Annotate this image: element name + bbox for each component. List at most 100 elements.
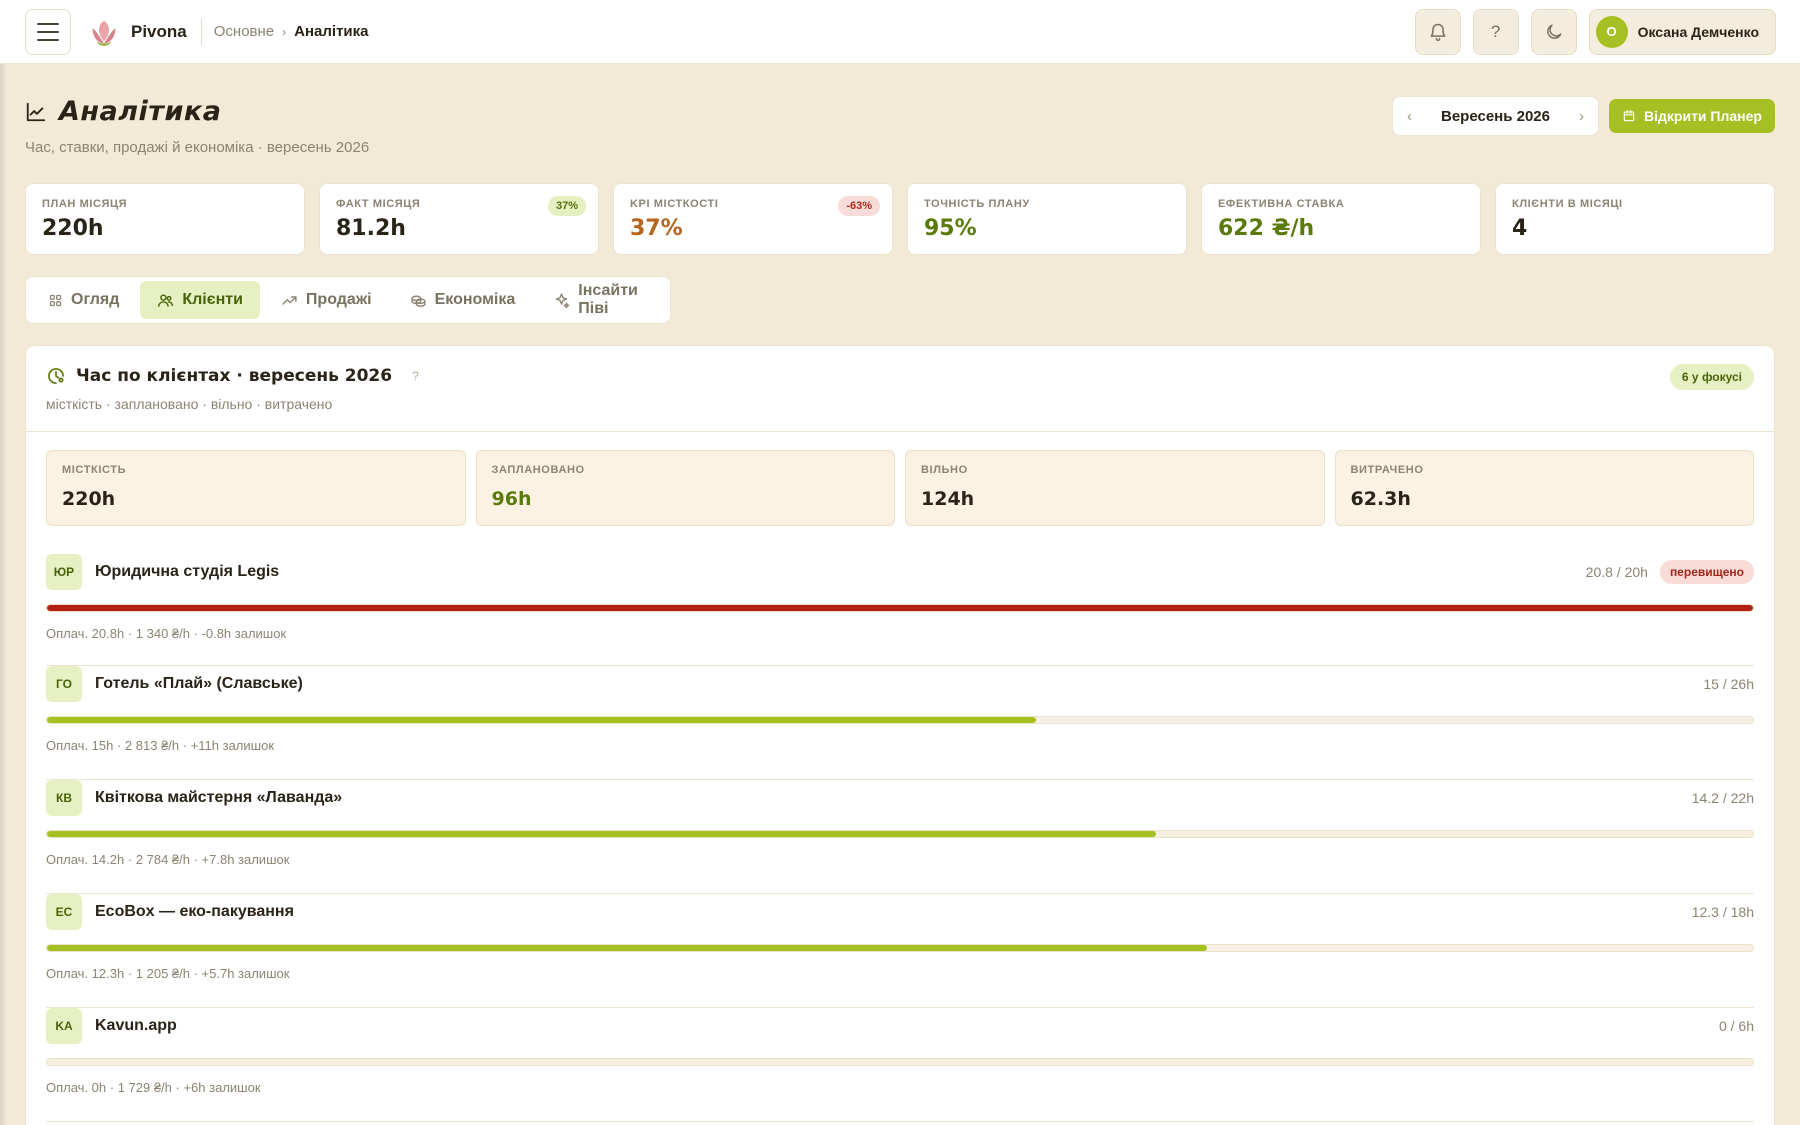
calendar-icon [1623, 110, 1635, 122]
open-planner-button[interactable]: Відкрити Планер [1609, 99, 1775, 133]
page-header: Аналітика Час, ставки, продажі й економі… [25, 96, 1775, 156]
top-actions: ? О Оксана Демченко [1414, 8, 1776, 55]
page-title: Аналітика [59, 96, 222, 127]
top-bar: Pivona Основне › Аналітика ? О Оксана Де… [0, 0, 1800, 64]
tab-label: Клієнти [182, 291, 243, 308]
list-item[interactable]: EC EcoBox — еко-пакування 12.3 / 18h Опл… [46, 894, 1754, 1008]
stat-value: 96h [491, 488, 532, 510]
page-subtitle: Час, ставки, продажі й економіка · верес… [25, 139, 370, 156]
client-list: ЮР Юридична студія Legis 20.8 / 20h пере… [26, 554, 1774, 1122]
client-meta: Оплач. 15h · 2 813 ₴/h · +11h залишок [46, 738, 275, 753]
user-menu-button[interactable]: О Оксана Демченко [1588, 8, 1776, 55]
divider [200, 18, 202, 45]
bell-icon [1430, 23, 1445, 41]
open-planner-label: Відкрити Планер [1644, 108, 1762, 124]
tab-label: Продажі [305, 291, 372, 308]
stat-value: 124h [921, 488, 975, 510]
capacity-stats: Місткість 220h Заплановано 96h Вільно 12… [26, 432, 1774, 526]
theme-toggle-button[interactable] [1530, 8, 1577, 55]
notifications-button[interactable] [1414, 8, 1461, 55]
progress-fill [47, 831, 1156, 837]
status-badge: перевищено [1659, 560, 1754, 584]
question-icon: ? [1490, 21, 1501, 41]
kpi-label: Факт місяця [336, 198, 421, 210]
panel-title: Час по клієнтах · вересень 2026 [76, 366, 393, 386]
kpi-value: 37% [630, 216, 683, 241]
list-item[interactable]: KA Kavun.app 0 / 6h Оплач. 0h · 1 729 ₴/… [46, 1008, 1754, 1122]
client-name: EcoBox — еко-пакування [95, 903, 294, 920]
menu-button[interactable] [25, 8, 71, 55]
stat-label: Витрачено [1350, 464, 1424, 476]
kpi-label: Точність плану [924, 198, 1030, 210]
kpi-card-capacity: KPI місткості 37% -63% [613, 183, 893, 255]
progress-bar [46, 944, 1754, 952]
avatar: О [1595, 15, 1628, 48]
kpi-value: 95% [924, 216, 977, 241]
tab-clients[interactable]: Клієнти [140, 281, 260, 319]
progress-fill [47, 945, 1208, 951]
progress-bar [46, 604, 1754, 612]
client-name: Квіткова майстерня «Лаванда» [95, 789, 343, 806]
users-icon [158, 293, 174, 307]
month-label[interactable]: Вересень 2026 [1441, 108, 1550, 125]
client-hours: 14.2 / 22h [1691, 790, 1754, 806]
help-button[interactable]: ? [1472, 8, 1519, 55]
stat-spent: Витрачено 62.3h [1334, 450, 1754, 526]
client-initials: KA [46, 1008, 82, 1044]
kpi-badge: 37% [547, 196, 586, 216]
list-item[interactable]: ГО Готель «Плай» (Славське) 15 / 26h Опл… [46, 666, 1754, 780]
tab-overview[interactable]: Огляд [31, 281, 136, 319]
kpi-card-accuracy: Точність плану 95% [907, 183, 1187, 255]
stat-value: 62.3h [1350, 488, 1411, 510]
stat-label: Місткість [62, 464, 127, 476]
chevron-right-icon[interactable]: › [1579, 108, 1584, 125]
breadcrumb-parent[interactable]: Основне [214, 23, 274, 40]
client-name: Готель «Плай» (Славське) [95, 675, 303, 692]
client-initials: КВ [46, 780, 82, 816]
kpi-card-fact: Факт місяця 81.2h 37% [319, 183, 599, 255]
kpi-label: Ефективна ставка [1218, 198, 1345, 210]
tab-insights[interactable]: Інсайти Піві [536, 281, 665, 319]
window-edge [0, 0, 6, 1125]
progress-bar [46, 716, 1754, 724]
chevron-left-icon[interactable]: ‹ [1407, 108, 1412, 125]
stat-capacity: Місткість 220h [46, 450, 466, 526]
user-name: Оксана Демченко [1637, 23, 1759, 40]
panel-header: Час по клієнтах · вересень 2026 ? місткі… [26, 346, 1774, 432]
kpi-card-rate: Ефективна ставка 622 ₴/h [1201, 183, 1481, 255]
stat-free: Вільно 124h [905, 450, 1325, 526]
trend-icon [282, 295, 297, 305]
moon-icon [1546, 24, 1561, 39]
list-item[interactable]: ЮР Юридична студія Legis 20.8 / 20h пере… [46, 554, 1754, 666]
stat-label: Вільно [921, 464, 968, 476]
kpi-card-clients: Клієнти в місяці 4 [1495, 183, 1775, 255]
peony-logo-icon [92, 20, 116, 46]
client-hours: 0 / 6h [1718, 1018, 1754, 1034]
analytics-tabs: Огляд Клієнти Продажі Економіка Інсайти … [25, 276, 671, 324]
month-picker: ‹ Вересень 2026 › [1392, 96, 1599, 136]
kpi-label: План місяця [42, 198, 128, 210]
stat-label: Заплановано [491, 464, 585, 476]
client-meta: Оплач. 20.8h · 1 340 ₴/h · -0.8h залишок [46, 626, 287, 641]
progress-bar [46, 830, 1754, 838]
kpi-cards: План місяця 220h Факт місяця 81.2h 37% K… [25, 183, 1775, 255]
client-hours: 12.3 / 18h [1691, 904, 1754, 920]
client-hours: 20.8 / 20h [1585, 564, 1648, 580]
list-item[interactable]: КВ Квіткова майстерня «Лаванда» 14.2 / 2… [46, 780, 1754, 894]
client-name: Kavun.app [95, 1017, 177, 1034]
sparkle-icon [556, 292, 570, 308]
tab-label: Економіка [434, 291, 516, 308]
brand[interactable]: Pivona [85, 13, 187, 51]
tab-economics[interactable]: Економіка [393, 281, 533, 319]
client-initials: EC [46, 894, 82, 930]
tab-sales[interactable]: Продажі [264, 281, 389, 319]
chart-line-icon [26, 102, 46, 121]
breadcrumb-current: Аналітика [294, 23, 369, 40]
tab-label: Інсайти Піві [578, 282, 638, 317]
client-meta: Оплач. 12.3h · 1 205 ₴/h · +5.7h залишок [46, 966, 290, 981]
help-icon[interactable]: ? [412, 369, 419, 383]
kpi-value: 220h [42, 216, 104, 241]
kpi-value: 81.2h [336, 216, 406, 241]
focus-badge[interactable]: 6 у фокусі [1669, 364, 1754, 390]
kpi-value: 4 [1512, 216, 1528, 241]
